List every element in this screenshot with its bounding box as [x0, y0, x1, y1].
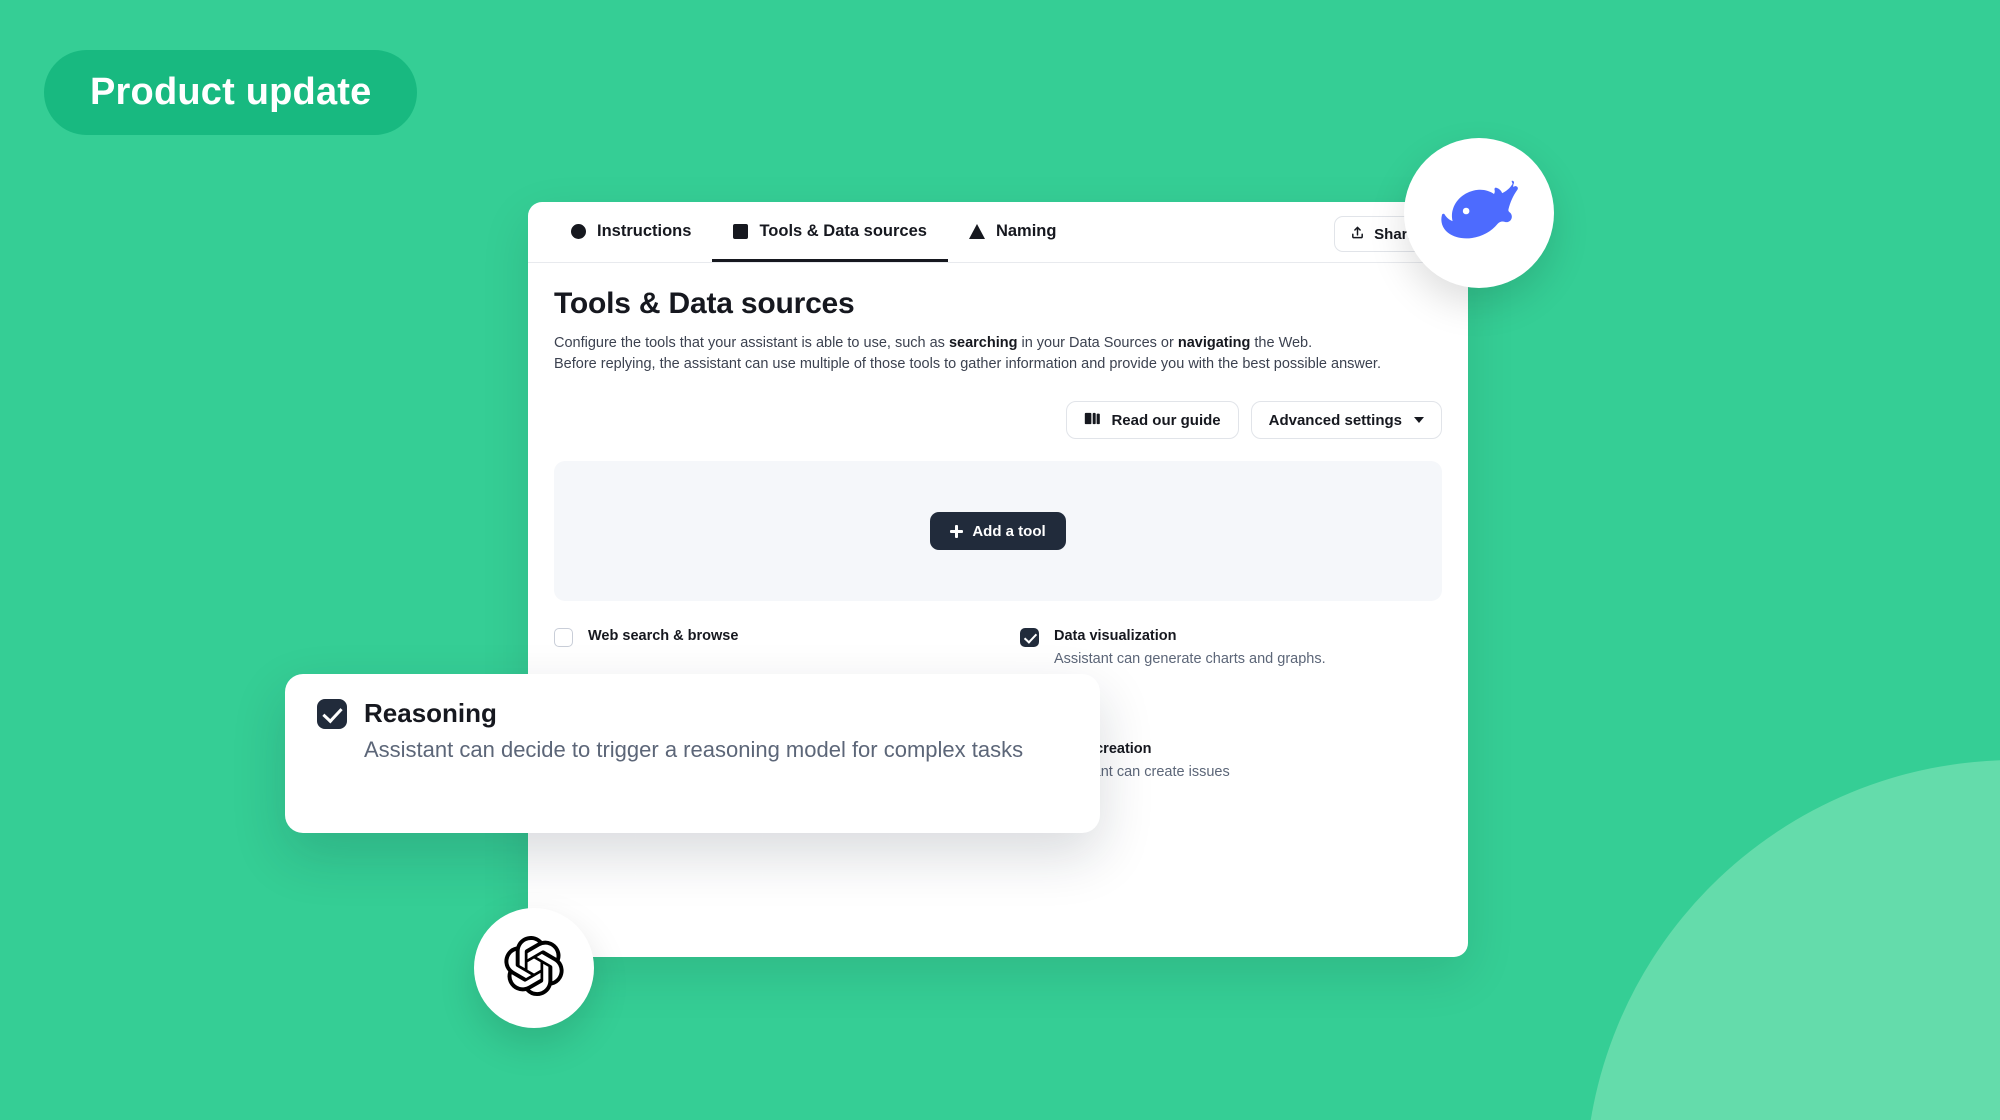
plus-icon	[950, 524, 964, 538]
checkbox-web-search-browse[interactable]	[554, 628, 573, 648]
desc-part-2: in your Data Sources or	[1017, 335, 1178, 351]
option-title: Issue creation	[1054, 740, 1152, 757]
decorative-circle	[1585, 760, 2000, 1120]
tab-naming[interactable]: Naming	[948, 203, 1078, 262]
add-a-tool-button[interactable]: Add a tool	[930, 512, 1066, 551]
advanced-settings-label: Advanced settings	[1268, 411, 1402, 429]
product-update-badge-label: Product update	[90, 71, 372, 113]
page-description: Configure the tools that your assistant …	[554, 333, 1442, 374]
reasoning-callout-title: Reasoning	[364, 698, 497, 728]
page-description-line-2: Before replying, the assistant can use m…	[554, 355, 1381, 372]
reasoning-callout-description: Assistant can decide to trigger a reason…	[364, 737, 1024, 762]
reasoning-callout-card: Reasoning Assistant can decide to trigge…	[285, 674, 1100, 833]
app-window: Instructions Tools & Data sources Naming…	[528, 202, 1468, 957]
option-title: Data visualization	[1054, 628, 1177, 645]
book-icon	[1084, 411, 1101, 430]
option-description: Assistant can generate charts and graphs…	[1054, 651, 1326, 668]
triangle-icon	[968, 223, 985, 239]
tab-bar: Instructions Tools & Data sources Naming…	[528, 202, 1468, 263]
tab-instructions-label: Instructions	[597, 221, 692, 240]
openai-logo-icon	[504, 935, 564, 1001]
deepseek-whale-logo-icon	[1433, 174, 1525, 253]
desc-bold-searching: searching	[948, 335, 1018, 351]
desc-part-3: the Web.	[1250, 335, 1313, 351]
circle-icon	[571, 223, 586, 239]
page-title: Tools & Data sources	[554, 287, 855, 320]
add-a-tool-label: Add a tool	[972, 522, 1046, 540]
share-upload-icon	[1350, 225, 1365, 244]
deepseek-logo-bubble	[1404, 138, 1554, 288]
tab-naming-label: Naming	[995, 221, 1057, 240]
chevron-down-icon	[1414, 417, 1424, 424]
option-data-visualization-text: Data visualization Assistant can generat…	[1054, 627, 1442, 669]
actions-row: Read our guide Advanced settings	[554, 401, 1442, 440]
tab-instructions[interactable]: Instructions	[550, 203, 712, 262]
option-web-search-browse-text: Web search & browse	[588, 627, 976, 649]
openai-logo-bubble	[474, 908, 594, 1028]
options-grid: Web search & browse Data visualization A…	[554, 627, 1442, 669]
poster-canvas: Product update Instructions Tools & Data…	[0, 0, 2000, 1120]
desc-bold-navigating: navigating	[1177, 335, 1251, 351]
tool-panel: Add a tool	[554, 461, 1442, 602]
checkbox-reasoning[interactable]	[317, 698, 347, 729]
option-title: Web search & browse	[588, 628, 739, 645]
reasoning-callout-header: Reasoning	[317, 698, 1070, 729]
product-update-badge: Product update	[44, 50, 418, 135]
option-issue-creation-text: Issue creation Assistant can create issu…	[1054, 740, 1442, 782]
read-our-guide-label: Read our guide	[1111, 411, 1221, 429]
page-description-line-1: Configure the tools that your assistant …	[554, 333, 1442, 354]
option-web-search-browse[interactable]: Web search & browse	[554, 627, 976, 669]
tab-tools-data-sources[interactable]: Tools & Data sources	[712, 203, 948, 262]
checkbox-data-visualization[interactable]	[1020, 628, 1039, 648]
option-data-visualization[interactable]: Data visualization Assistant can generat…	[1020, 627, 1442, 669]
tab-tools-data-sources-label: Tools & Data sources	[759, 221, 927, 240]
square-icon	[733, 223, 749, 239]
read-our-guide-button[interactable]: Read our guide	[1066, 401, 1239, 440]
desc-part-1: Configure the tools that your assistant …	[554, 335, 949, 351]
option-description: Assistant can create issues	[1054, 763, 1230, 780]
advanced-settings-button[interactable]: Advanced settings	[1250, 401, 1442, 440]
